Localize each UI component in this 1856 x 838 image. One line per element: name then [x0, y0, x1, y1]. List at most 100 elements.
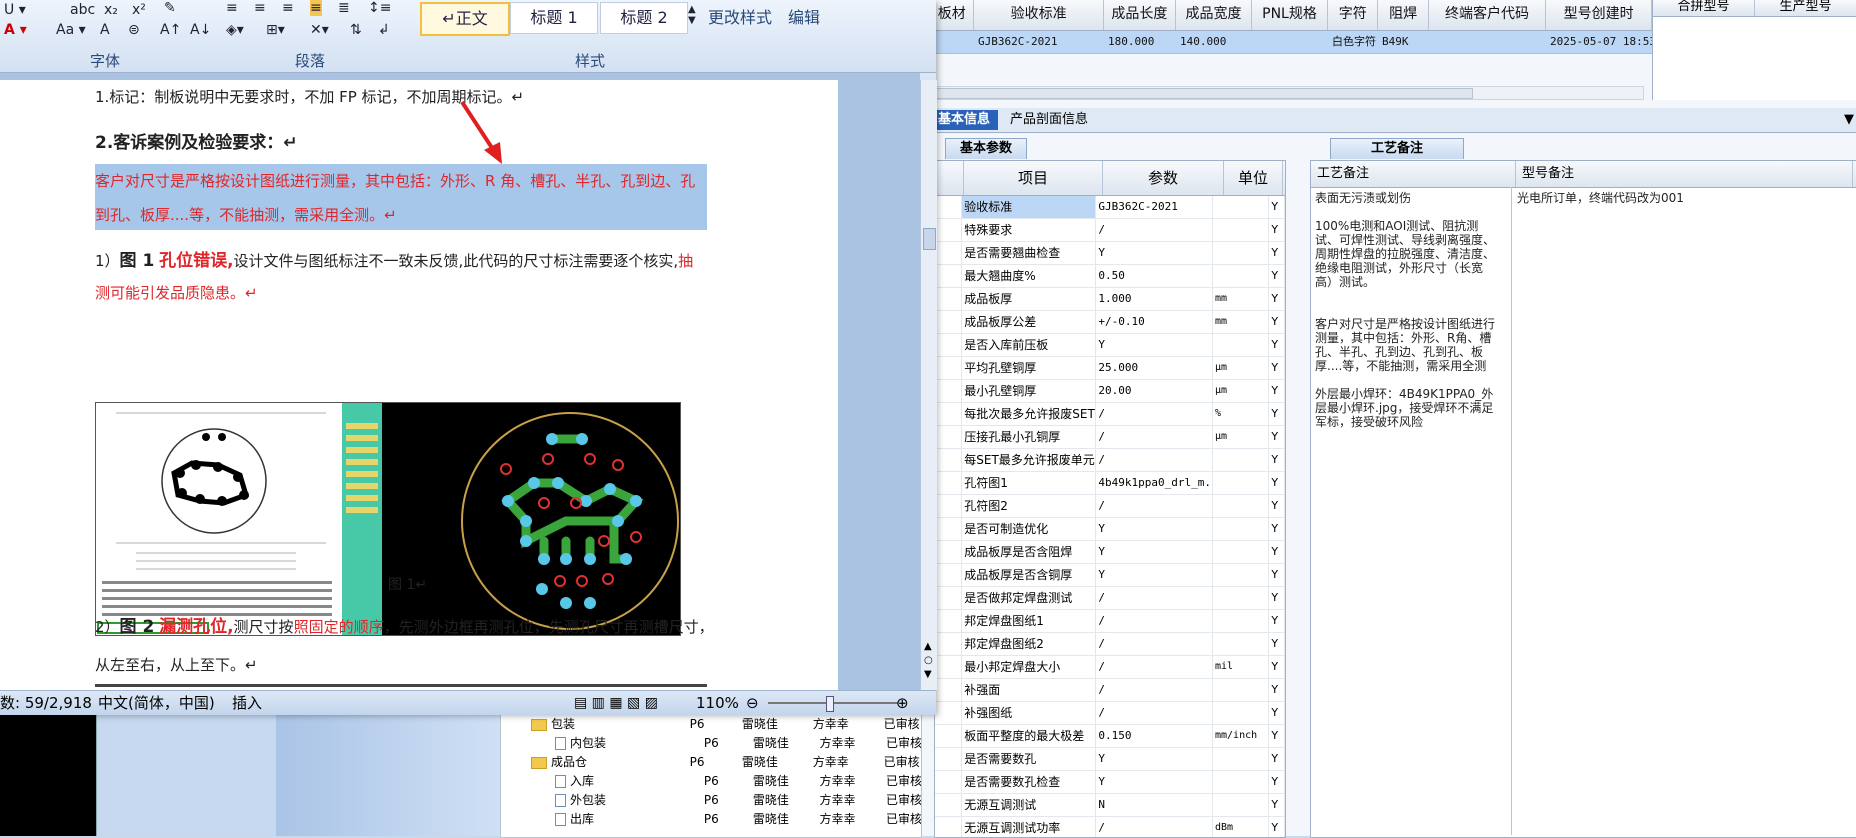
param-row[interactable]: 每批次最多允许报废SET /% Y	[935, 403, 1285, 426]
tab-profile-info[interactable]: 产品剖面信息	[1002, 110, 1096, 130]
param-row[interactable]: 是否可制造优化 Y Y	[935, 518, 1285, 541]
grid-cell[interactable]	[930, 31, 974, 53]
grid-col-3[interactable]: 成品宽度	[1176, 0, 1252, 30]
param-row[interactable]: 平均孔壁铜厚 25.000 μm Y	[935, 357, 1285, 380]
grid-col-6[interactable]: 阻焊	[1378, 0, 1429, 30]
param-flag[interactable]: Y	[1269, 495, 1285, 517]
grid-cell[interactable]	[1428, 31, 1546, 53]
font-color-button[interactable]: A ▾	[4, 22, 27, 38]
param-value[interactable]: 4b49k1ppa0_drl_m...	[1096, 472, 1213, 494]
subscript-button[interactable]: x₂	[104, 2, 118, 18]
tree-node[interactable]: 内包装 P6 雷晓佳 方幸幸 已审核	[501, 734, 921, 753]
clear-format-icon[interactable]: ✎	[164, 0, 176, 16]
model-note-text[interactable]: 光电所订单，终端代码改为001	[1517, 191, 1837, 205]
param-row[interactable]: 无源互调测试 N Y	[935, 794, 1285, 817]
style-heading1[interactable]: 标题 1	[510, 2, 598, 34]
param-flag[interactable]: Y	[1269, 380, 1285, 402]
chinese-layout-icon[interactable]: ✕▾	[310, 22, 329, 38]
param-row[interactable]: 是否做邦定焊盘测试 / Y	[935, 587, 1285, 610]
align-right-icon[interactable]: ≡	[282, 0, 294, 16]
param-value[interactable]: Y	[1096, 518, 1213, 540]
param-flag[interactable]: Y	[1269, 196, 1285, 218]
tree-node[interactable]: 成品仓 P6 雷晓佳 方幸幸 已审核	[501, 753, 921, 772]
param-row[interactable]: 成品板厚是否含铜厚 Y Y	[935, 564, 1285, 587]
grid-col-1[interactable]: 验收标准	[974, 0, 1104, 30]
param-flag[interactable]: Y	[1269, 219, 1285, 241]
tree-node[interactable]: 出库 P6 雷晓佳 方幸幸 已审核	[501, 810, 921, 829]
horizontal-scrollbar[interactable]	[930, 86, 1644, 100]
param-row[interactable]: 特殊要求 / Y	[935, 219, 1285, 242]
param-flag[interactable]: Y	[1269, 288, 1285, 310]
enclose-char-icon[interactable]: ⊜	[128, 22, 140, 38]
param-value[interactable]: /	[1096, 679, 1213, 701]
zoom-out-icon[interactable]: ⊖	[746, 691, 759, 715]
shading-icon[interactable]: ◈▾	[226, 22, 244, 38]
param-flag[interactable]: Y	[1269, 472, 1285, 494]
param-row[interactable]: 验收标准 GJB362C-2021 Y	[935, 196, 1285, 219]
border-icon[interactable]: ⊞▾	[266, 22, 285, 38]
param-value[interactable]: Y	[1096, 334, 1213, 356]
param-value[interactable]: 0.50	[1096, 265, 1213, 287]
param-flag[interactable]: Y	[1269, 541, 1285, 563]
grow-font-button[interactable]: A↑	[160, 22, 181, 38]
param-value[interactable]: GJB362C-2021	[1096, 196, 1213, 218]
param-flag[interactable]: Y	[1269, 679, 1285, 701]
strikethrough-button[interactable]: abc	[70, 2, 95, 18]
param-flag[interactable]: Y	[1269, 403, 1285, 425]
param-value[interactable]: /	[1096, 656, 1213, 678]
param-row[interactable]: 是否需要数孔 Y Y	[935, 748, 1285, 771]
zoom-slider-thumb[interactable]	[826, 696, 834, 712]
param-value[interactable]: 0.150	[1096, 725, 1213, 747]
status-language[interactable]: 中文(简体，中国)	[98, 691, 215, 715]
param-row[interactable]: 最大翘曲度% 0.50 Y	[935, 265, 1285, 288]
param-row[interactable]: 孔符图1 4b49k1ppa0_drl_m... Y	[935, 472, 1285, 495]
param-flag[interactable]: Y	[1269, 518, 1285, 540]
grid-cell[interactable]: B49K	[1378, 31, 1428, 53]
param-row[interactable]: 成品板厚 1.000 mm Y	[935, 288, 1285, 311]
param-value[interactable]: /	[1096, 449, 1213, 471]
param-flag[interactable]: Y	[1269, 587, 1285, 609]
figure-1-image[interactable]	[95, 402, 681, 636]
distribute-icon[interactable]: ≣	[338, 0, 350, 16]
param-flag[interactable]: Y	[1269, 610, 1285, 632]
tree-node-label[interactable]: 内包装	[501, 734, 704, 753]
param-row[interactable]: 补强图纸 / Y	[935, 702, 1285, 725]
param-flag[interactable]: Y	[1269, 334, 1285, 356]
font-size-button[interactable]: Aa ▾	[56, 22, 86, 38]
style-heading2[interactable]: 标题 2	[600, 2, 688, 34]
superscript-button[interactable]: x²	[132, 2, 146, 18]
tab-basic-info[interactable]: 基本信息	[930, 110, 999, 130]
view-buttons[interactable]: ▤ ▥ ▦ ▧ ▨	[574, 691, 658, 715]
param-flag[interactable]: Y	[1269, 357, 1285, 379]
param-row[interactable]: 成品板厚公差 +/-0.10 mm Y	[935, 311, 1285, 334]
param-row[interactable]: 是否需要数孔检查 Y Y	[935, 771, 1285, 794]
grid-col-4[interactable]: PNL规格	[1252, 0, 1329, 30]
param-flag[interactable]: Y	[1269, 564, 1285, 586]
param-row[interactable]: 成品板厚是否含阻焊 Y Y	[935, 541, 1285, 564]
param-value[interactable]: N	[1096, 794, 1213, 816]
param-flag[interactable]: Y	[1269, 794, 1285, 816]
param-row[interactable]: 孔符图2/ Y	[935, 495, 1285, 518]
grid-col-8[interactable]: 型号创建时	[1546, 0, 1652, 30]
justify-icon[interactable]: ≡	[310, 0, 322, 16]
align-center-icon[interactable]: ≡	[254, 0, 266, 16]
param-row[interactable]: 最小孔壁铜厚 20.00 μm Y	[935, 380, 1285, 403]
param-flag[interactable]: Y	[1269, 311, 1285, 333]
zoom-in-icon[interactable]: ⊕	[896, 691, 909, 715]
param-value[interactable]: 1.000	[1096, 288, 1213, 310]
sort-icon[interactable]: ⇅	[350, 22, 362, 38]
grid-col-5[interactable]: 字符	[1328, 0, 1379, 30]
grid-col-0[interactable]: 板材	[930, 0, 975, 30]
subtab-basic-params[interactable]: 基本参数	[945, 138, 1028, 159]
tree-node-label[interactable]: 入库	[501, 772, 704, 791]
param-row[interactable]: 邦定焊盘图纸1/ Y	[935, 610, 1285, 633]
param-flag[interactable]: Y	[1269, 426, 1285, 448]
param-value[interactable]: /	[1096, 610, 1213, 632]
grid-cell[interactable]: 2025-05-07 18:53:39	[1546, 31, 1652, 53]
tree-node-label[interactable]: 成品仓	[501, 753, 690, 772]
param-value[interactable]: /	[1096, 587, 1213, 609]
param-row[interactable]: 板面平整度的最大极差 0.150 mm/inch Y	[935, 725, 1285, 748]
tree-node-label[interactable]: 出库	[501, 810, 704, 829]
grid-cell[interactable]: GJB362C-2021	[974, 31, 1104, 53]
param-row[interactable]: 压接孔最小孔铜厚 / μm Y	[935, 426, 1285, 449]
